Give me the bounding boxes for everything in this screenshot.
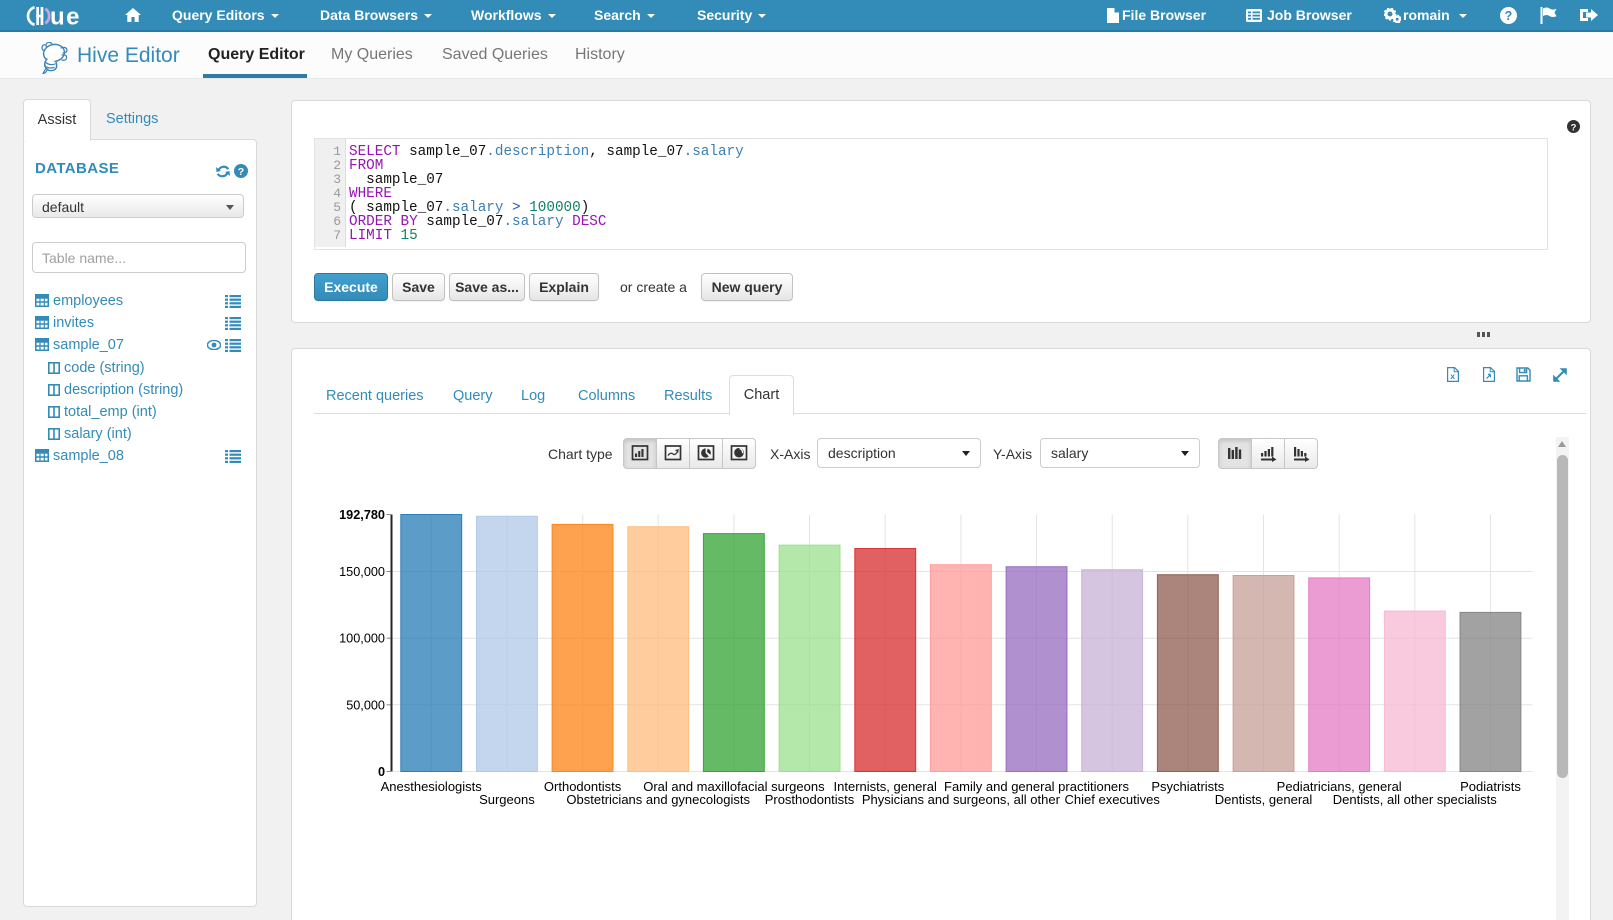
svg-text:Surgeons: Surgeons [479,792,535,807]
svg-text:Dentists, all other specialist: Dentists, all other specialists [1333,792,1498,807]
svg-text:ue: ue [50,6,81,26]
svg-text:Dentists, general: Dentists, general [1215,792,1313,807]
svg-text:Obstetricians and gynecologist: Obstetricians and gynecologists [566,792,750,807]
svg-text:50,000: 50,000 [346,698,385,712]
svg-text:150,000: 150,000 [339,565,385,579]
svg-text:?: ? [238,166,244,178]
svg-text:?: ? [1505,9,1513,23]
svg-text:?: ? [1571,122,1577,133]
svg-text:Anesthesiologists: Anesthesiologists [381,779,483,794]
svg-text:Prosthodontists: Prosthodontists [765,792,855,807]
svg-text:192,780: 192,780 [339,508,385,522]
svg-text:Podiatrists: Podiatrists [1460,779,1521,794]
svg-text:Physicians and surgeons, all o: Physicians and surgeons, all other [862,792,1061,807]
svg-text:Chief executives: Chief executives [1065,792,1161,807]
svg-text:x: x [1450,371,1455,381]
svg-text:0: 0 [378,765,385,779]
svg-text:100,000: 100,000 [339,632,385,646]
